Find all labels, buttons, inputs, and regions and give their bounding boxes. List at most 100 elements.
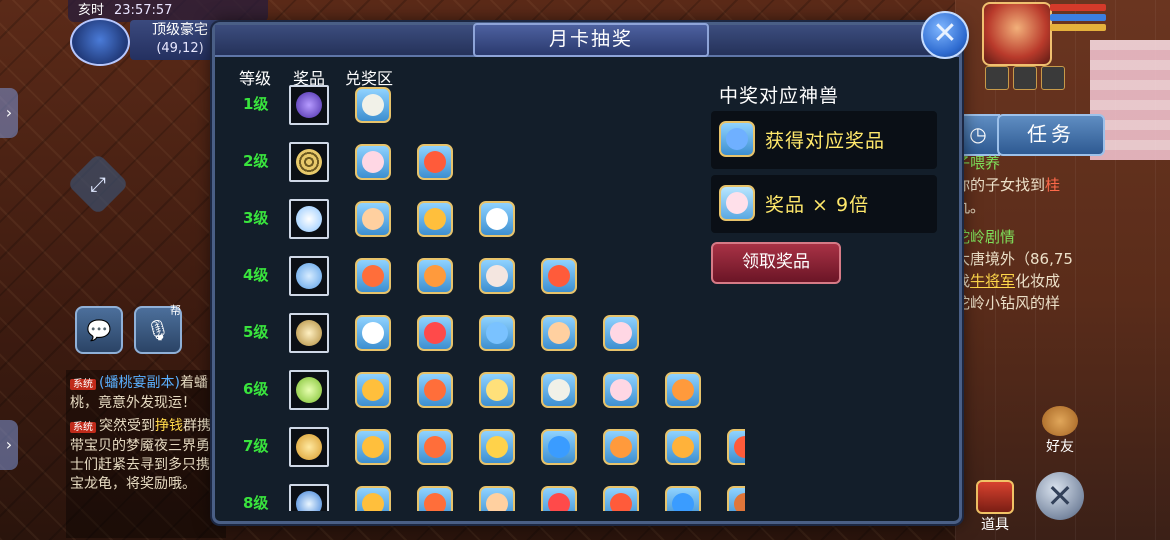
beast-face — [610, 436, 632, 458]
status-bars — [1050, 4, 1106, 34]
white-fox-beast-icon[interactable] — [479, 258, 515, 294]
side-panel-toggle[interactable]: › — [0, 88, 18, 138]
beast-face — [734, 493, 745, 511]
white-phoenix-beast-icon[interactable] — [355, 315, 391, 351]
red-bird-beast-icon[interactable] — [417, 372, 453, 408]
tier-label: 3级 — [243, 209, 269, 227]
claim-prize-button[interactable]: 领取奖品 — [711, 242, 841, 284]
golden-chick-beast-icon[interactable] — [479, 372, 515, 408]
red-bird-beast-icon[interactable] — [417, 429, 453, 465]
blue-dragon-icon — [719, 121, 755, 157]
prize-green-eggs-icon[interactable] — [289, 370, 329, 410]
tier-grid[interactable]: 1级 2级 3级 4级 5级 6级 7级 8级 — [225, 85, 745, 511]
red-dragon-beast-icon[interactable] — [417, 315, 453, 351]
close-icon[interactable]: ✕ — [921, 11, 969, 59]
chat-log[interactable]: 系统 (蟠桃宴副本)着蟠桃，竟意外发现运！ 系统 突然受到挣钱群携带宝贝的梦魇夜三界… — [66, 370, 226, 538]
tier-label: 7级 — [243, 437, 269, 455]
chat-panel-toggle[interactable]: › — [0, 420, 18, 470]
tier-row: 2级 — [225, 142, 745, 184]
info-title: 中奖对应神兽 — [719, 85, 840, 107]
fire-dragon-beast-icon[interactable] — [727, 429, 745, 465]
tiger-beast-icon[interactable] — [665, 429, 701, 465]
beast-face — [486, 436, 508, 458]
fire-dragon-beast-icon[interactable] — [541, 258, 577, 294]
prize-egg-nest-icon[interactable] — [289, 313, 329, 353]
quest-tracker[interactable]: 子喂养 你的子女找到桂 丸。 驼岭剧情 大唐境外（86,75 找牛将军化妆成 驼… — [955, 152, 1095, 322]
chat-link[interactable]: (蟠桃宴副本) — [99, 375, 180, 391]
panda-beast-icon[interactable] — [355, 87, 391, 123]
tier-label: 5级 — [243, 323, 269, 341]
buff-icon[interactable] — [1013, 66, 1037, 90]
sprout-beast-icon[interactable] — [355, 201, 391, 237]
deer-beast-icon[interactable] — [603, 429, 639, 465]
task-button[interactable]: 任务 — [997, 114, 1105, 156]
red-bird-beast-icon[interactable] — [417, 486, 453, 511]
prize-golden-coil-icon[interactable] — [289, 142, 329, 182]
clock-icon[interactable]: ◷ — [956, 114, 1000, 156]
beast-face — [548, 379, 570, 401]
blue-dolphin-beast-icon[interactable] — [665, 486, 701, 511]
prize-art — [296, 206, 322, 232]
beast-face — [362, 94, 384, 116]
character-portrait[interactable] — [982, 2, 1052, 66]
deer-beast-icon[interactable] — [417, 258, 453, 294]
prize-golden-peach-icon[interactable] — [289, 427, 329, 467]
tier-label: 6级 — [243, 380, 269, 398]
quest-text: 驼岭小钻风的样 — [955, 294, 1061, 312]
rainbow-cloud-beast-icon[interactable] — [355, 429, 391, 465]
chat-message: 系统 (蟠桃宴副本)着蟠桃，竟意外发现运！ — [70, 374, 222, 413]
beast-face — [362, 493, 384, 511]
prize-blue-egg-icon[interactable] — [289, 256, 329, 296]
beast-face — [424, 493, 446, 511]
sprout-beast-icon[interactable] — [479, 486, 515, 511]
tier-row: 5级 — [225, 313, 745, 355]
beast-face — [672, 379, 694, 401]
fire-dragon-beast-icon[interactable] — [417, 144, 453, 180]
buff-row — [985, 66, 1065, 90]
prize-purple-orb-icon[interactable] — [289, 85, 329, 125]
sprout-beast-icon[interactable] — [541, 315, 577, 351]
beast-face — [424, 265, 446, 287]
fire-dragon-beast-icon[interactable] — [603, 486, 639, 511]
buff-icon[interactable] — [1041, 66, 1065, 90]
prize-crystal-ball-icon[interactable] — [289, 199, 329, 239]
menu-close-icon[interactable]: ✕ — [1036, 472, 1084, 520]
player-avatar[interactable] — [70, 18, 130, 66]
pink-bunny-beast-icon[interactable] — [603, 315, 639, 351]
rainbow-cloud-beast-icon[interactable] — [355, 372, 391, 408]
beast-face — [486, 265, 508, 287]
quest-2[interactable]: 驼岭剧情 大唐境外（86,75 找牛将军化妆成 驼岭小钻风的样 — [955, 226, 1095, 314]
beast-face — [424, 379, 446, 401]
beast-face — [362, 322, 384, 344]
pink-bunny-beast-icon[interactable] — [355, 144, 391, 180]
red-bird-beast-icon[interactable] — [355, 258, 391, 294]
beast-face — [610, 379, 632, 401]
panda-beast-icon[interactable] — [541, 372, 577, 408]
beast-face — [548, 436, 570, 458]
chat-icon[interactable]: 💬 — [75, 306, 123, 354]
time-value: 23:57:57 — [114, 3, 173, 18]
friends-button[interactable]: 好友 — [1030, 406, 1090, 456]
white-phoenix-beast-icon[interactable] — [479, 201, 515, 237]
deer-beast-icon[interactable] — [665, 372, 701, 408]
exp-bar — [1050, 24, 1106, 31]
chat-highlight[interactable]: 挣钱 — [155, 418, 183, 434]
bag-button[interactable]: 道具 — [970, 476, 1020, 536]
beast-face — [486, 322, 508, 344]
pink-bunny-beast-icon[interactable] — [603, 372, 639, 408]
quest-1[interactable]: 子喂养 你的子女找到桂 丸。 — [955, 152, 1095, 218]
prize-blue-pearl-icon[interactable] — [289, 484, 329, 511]
quest-item-link[interactable]: 桂 — [1045, 176, 1060, 194]
golden-qilin-beast-icon[interactable] — [479, 429, 515, 465]
beast-face — [548, 493, 570, 511]
beast-face — [424, 151, 446, 173]
monkey-beast-icon[interactable] — [727, 486, 745, 511]
red-dragon-beast-icon[interactable] — [541, 486, 577, 511]
beast-face — [424, 208, 446, 230]
blue-dolphin-beast-icon[interactable] — [541, 429, 577, 465]
rainbow-cloud-beast-icon[interactable] — [417, 201, 453, 237]
quest-npc-link[interactable]: 牛将军 — [970, 272, 1015, 290]
rainbow-cloud-beast-icon[interactable] — [355, 486, 391, 511]
buff-icon[interactable] — [985, 66, 1009, 90]
blue-dragon-beast-icon[interactable] — [479, 315, 515, 351]
